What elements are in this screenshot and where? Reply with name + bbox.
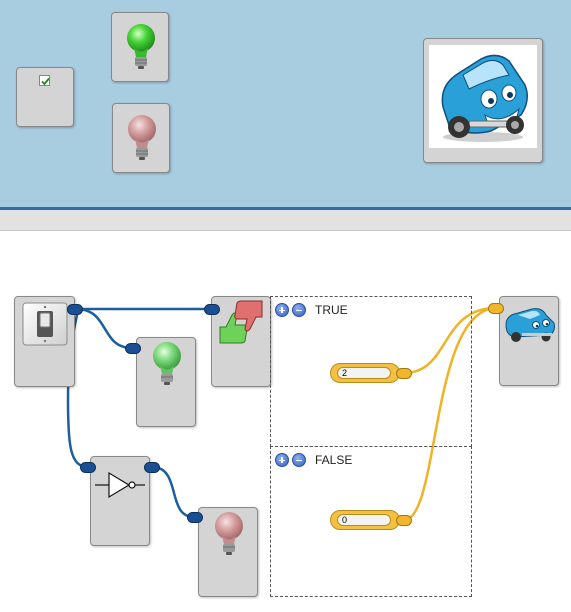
red-bulb-node[interactable] <box>198 507 258 597</box>
not-gate-input-port[interactable] <box>80 462 96 473</box>
thumbs-node[interactable] <box>211 296 271 387</box>
not-gate-output-port[interactable] <box>144 462 160 473</box>
add-branch-button[interactable] <box>275 453 289 467</box>
truck-input-port[interactable] <box>488 303 504 314</box>
thumbs-input-port[interactable] <box>204 304 220 315</box>
not-gate-node[interactable] <box>90 456 150 546</box>
add-branch-button[interactable] <box>275 303 289 317</box>
true-value-input[interactable] <box>337 367 391 379</box>
not-gate-icon <box>95 471 145 499</box>
remove-branch-button[interactable] <box>292 453 306 467</box>
false-branch-label: FALSE <box>315 453 353 467</box>
remove-branch-button[interactable] <box>292 303 306 317</box>
red-bulb-input-port[interactable] <box>187 512 203 523</box>
wire-switch-to-green-bulb <box>75 307 133 350</box>
thumbs-up-down-icon <box>219 300 263 344</box>
true-value-output-port[interactable] <box>396 368 412 379</box>
false-value-field <box>330 510 400 530</box>
green-bulb-input-port[interactable] <box>125 343 141 354</box>
false-value-output-port[interactable] <box>396 515 412 526</box>
true-value-field <box>330 363 400 383</box>
wire-not-gate-to-red-bulb <box>151 465 195 519</box>
switch-output-port[interactable] <box>67 304 83 315</box>
switch-node[interactable] <box>14 296 75 387</box>
true-branch-label: TRUE <box>315 303 348 317</box>
false-value-input[interactable] <box>337 514 391 526</box>
light-bulb-green-icon <box>153 342 181 385</box>
green-bulb-node[interactable] <box>136 337 196 427</box>
truck-node[interactable] <box>499 296 559 386</box>
light-bulb-red-icon <box>215 512 243 555</box>
cartoon-truck-small-icon <box>505 308 555 342</box>
